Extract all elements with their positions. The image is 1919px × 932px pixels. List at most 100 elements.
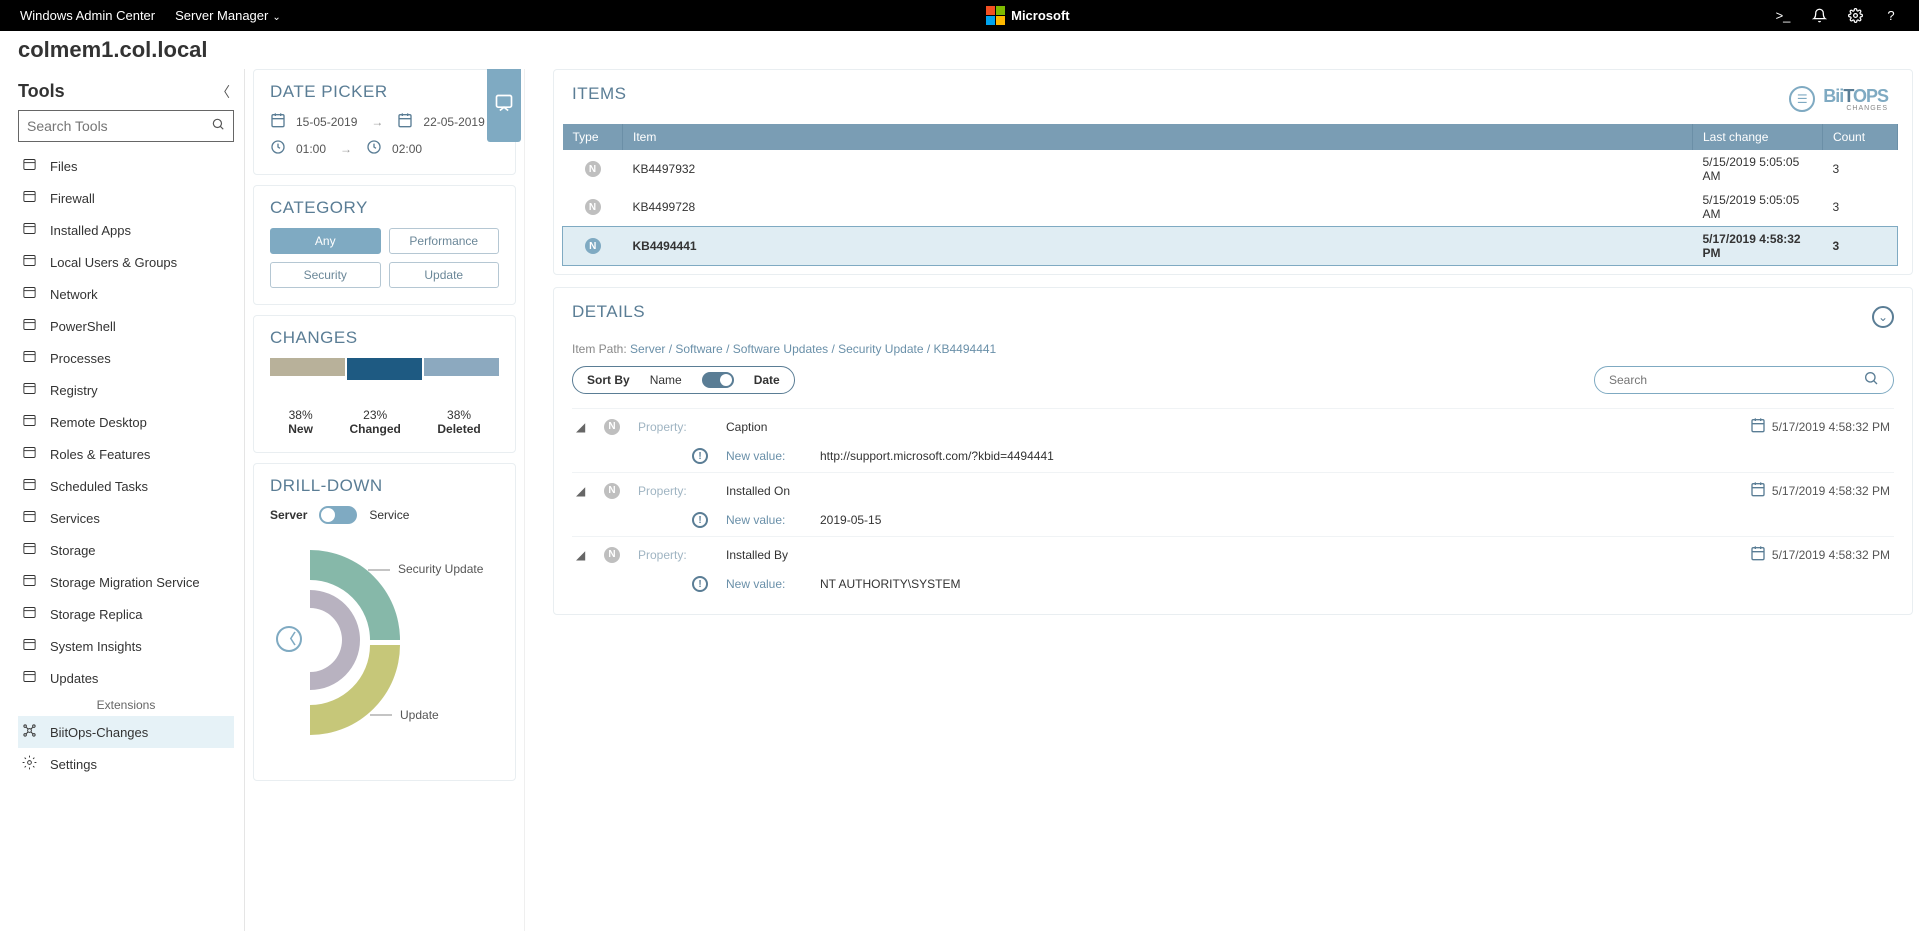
category-button-update[interactable]: Update <box>389 262 500 288</box>
sort-name-option[interactable]: Name <box>650 373 682 387</box>
changes-bar-changed <box>347 358 422 380</box>
details-search-input[interactable] <box>1609 373 1863 387</box>
sidebar-item-label: Remote Desktop <box>50 415 147 430</box>
sidebar-item-network[interactable]: Network <box>18 278 234 310</box>
gear-icon[interactable] <box>1847 8 1863 24</box>
search-icon <box>1863 370 1879 391</box>
tool-icon <box>20 477 38 495</box>
chevron-down-icon: ⌄ <box>272 12 280 23</box>
details-panel: DETAILS ⌄ Item Path: Server / Software /… <box>553 287 1913 615</box>
items-header-count[interactable]: Count <box>1823 124 1898 150</box>
sidebar-item-system-insights[interactable]: System Insights <box>18 630 234 662</box>
drill-label-security[interactable]: Security Update <box>398 562 483 576</box>
sidebar-item-files[interactable]: Files <box>18 150 234 182</box>
date-apply-button[interactable] <box>487 69 521 142</box>
items-header-type[interactable]: Type <box>563 124 623 150</box>
drill-toggle[interactable] <box>319 506 357 524</box>
sidebar-item-installed-apps[interactable]: Installed Apps <box>18 214 234 246</box>
sidebar-item-firewall[interactable]: Firewall <box>18 182 234 214</box>
sidebar-item-powershell[interactable]: PowerShell <box>18 310 234 342</box>
sidebar-item-label: Files <box>50 159 77 174</box>
detail-newvalue-row: ! New value: NT AUTHORITY\SYSTEM <box>572 572 1894 600</box>
to-date[interactable]: 22-05-2019 <box>423 115 484 129</box>
calendar-icon[interactable] <box>397 112 413 131</box>
detail-property-row[interactable]: ◢ N Property: Caption 5/17/2019 4:58:32 … <box>572 408 1894 444</box>
server-manager-dropdown[interactable]: Server Manager⌄ <box>175 8 281 23</box>
clock-icon[interactable] <box>366 139 382 158</box>
detail-newvalue-row: ! New value: 2019-05-15 <box>572 508 1894 536</box>
collapse-icon[interactable]: ◢ <box>576 420 586 434</box>
drilldown-panel: DRILL-DOWN Server Service 〈 <box>253 463 516 781</box>
extensions-divider: Extensions <box>18 694 234 716</box>
console-icon[interactable]: >_ <box>1775 8 1791 24</box>
category-button-security[interactable]: Security <box>270 262 381 288</box>
sidebar-item-roles-features[interactable]: Roles & Features <box>18 438 234 470</box>
sidebar-item-local-users-groups[interactable]: Local Users & Groups <box>18 246 234 278</box>
biitops-logo[interactable]: ☰ BiiTOPS CHANGES <box>1789 86 1898 112</box>
tool-icon <box>20 637 38 655</box>
category-panel: CATEGORY AnyPerformanceSecurityUpdate <box>253 185 516 305</box>
search-tools-box[interactable] <box>18 110 234 142</box>
sidebar-item-updates[interactable]: Updates <box>18 662 234 694</box>
sort-date-option[interactable]: Date <box>754 373 780 387</box>
detail-property-row[interactable]: ◢ N Property: Installed On 5/17/2019 4:5… <box>572 472 1894 508</box>
drill-label-update[interactable]: Update <box>400 708 439 722</box>
items-row[interactable]: N KB4494441 5/17/2019 4:58:32 PM 3 <box>563 227 1898 266</box>
search-tools-input[interactable] <box>27 118 211 134</box>
sort-pill[interactable]: Sort By Name Date <box>572 366 795 394</box>
category-button-performance[interactable]: Performance <box>389 228 500 254</box>
info-icon: ! <box>692 512 708 528</box>
sidebar-item-biitops-changes[interactable]: BiitOps-Changes <box>18 716 234 748</box>
details-title: DETAILS <box>572 302 645 322</box>
drill-back-button[interactable]: 〈 <box>276 626 302 652</box>
app-name[interactable]: Windows Admin Center <box>20 8 155 23</box>
items-header-lastchange[interactable]: Last change <box>1693 124 1823 150</box>
drill-service-label: Service <box>369 508 409 522</box>
sidebar-item-scheduled-tasks[interactable]: Scheduled Tasks <box>18 470 234 502</box>
items-row[interactable]: N KB4497932 5/15/2019 5:05:05 AM 3 <box>563 150 1898 188</box>
sidebar-item-processes[interactable]: Processes <box>18 342 234 374</box>
changes-bar-deleted <box>424 358 499 376</box>
sidebar-item-remote-desktop[interactable]: Remote Desktop <box>18 406 234 438</box>
items-table: Type Item Last change Count N KB4497932 … <box>562 124 1898 266</box>
sidebar-item-storage-replica[interactable]: Storage Replica <box>18 598 234 630</box>
bell-icon[interactable] <box>1811 8 1827 24</box>
from-date[interactable]: 15-05-2019 <box>296 115 357 129</box>
clock-icon[interactable] <box>270 139 286 158</box>
collapse-sidebar-icon[interactable]: 〈 <box>216 82 230 102</box>
sort-by-label: Sort By <box>587 373 630 387</box>
tool-icon <box>20 605 38 623</box>
tool-icon <box>20 723 38 741</box>
sidebar-item-settings[interactable]: Settings <box>18 748 234 780</box>
tool-icon <box>20 509 38 527</box>
tool-icon <box>20 755 38 773</box>
date-picker-panel: DATE PICKER 15-05-2019 → 22-05-2019 <box>253 69 516 175</box>
collapse-icon[interactable]: ◢ <box>576 484 586 498</box>
sidebar-item-label: Storage Replica <box>50 607 143 622</box>
changes-stat-new: 38%New <box>288 408 313 436</box>
sidebar-item-services[interactable]: Services <box>18 502 234 534</box>
from-time[interactable]: 01:00 <box>296 142 326 156</box>
help-icon[interactable]: ? <box>1883 8 1899 24</box>
expand-details-button[interactable]: ⌄ <box>1872 306 1894 328</box>
items-row[interactable]: N KB4499728 5/15/2019 5:05:05 AM 3 <box>563 188 1898 227</box>
sidebar-item-registry[interactable]: Registry <box>18 374 234 406</box>
newvalue-label: New value: <box>726 577 802 591</box>
property-label: Property: <box>638 420 708 434</box>
details-search-box[interactable] <box>1594 366 1894 394</box>
collapse-icon[interactable]: ◢ <box>576 548 586 562</box>
item-name: KB4494441 <box>623 227 1693 266</box>
items-panel: ITEMS ☰ BiiTOPS CHANGES Type Item Last c… <box>553 69 1913 275</box>
calendar-icon[interactable] <box>270 112 286 131</box>
category-button-any[interactable]: Any <box>270 228 381 254</box>
to-time[interactable]: 02:00 <box>392 142 422 156</box>
detail-property-row[interactable]: ◢ N Property: Installed By 5/17/2019 4:5… <box>572 536 1894 572</box>
menu-icon[interactable]: ☰ <box>1789 86 1815 112</box>
tool-icon <box>20 189 38 207</box>
sidebar-item-storage-migration-service[interactable]: Storage Migration Service <box>18 566 234 598</box>
property-label: Property: <box>638 484 708 498</box>
changes-panel: CHANGES 38%New23%Changed38%Deleted <box>253 315 516 453</box>
sidebar-item-storage[interactable]: Storage <box>18 534 234 566</box>
sort-toggle[interactable] <box>702 372 734 388</box>
items-header-item[interactable]: Item <box>623 124 1693 150</box>
